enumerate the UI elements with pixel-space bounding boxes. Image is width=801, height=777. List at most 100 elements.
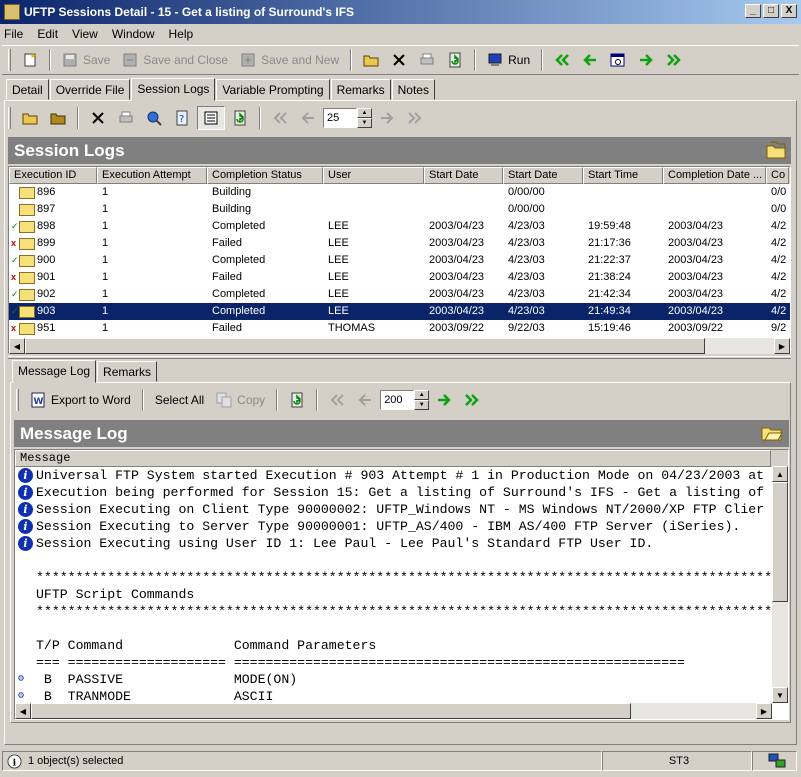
col-message[interactable]: Message — [15, 450, 771, 467]
table-row[interactable]: 897 1 Building 0/00/00 0/0 — [9, 201, 790, 218]
next-record-button[interactable] — [633, 48, 659, 72]
message-line[interactable]: ****************************************… — [15, 603, 771, 620]
menu-view[interactable]: View — [72, 27, 98, 41]
message-line[interactable] — [15, 552, 771, 569]
scroll-thumb[interactable] — [31, 703, 631, 719]
table-row[interactable]: x 951 1 Failed THOMAS 2003/09/22 9/22/03 15:19:… — [9, 320, 790, 337]
first-page-button[interactable] — [267, 106, 293, 130]
session-grid-hscrollbar[interactable]: ◀ ▶ — [9, 338, 790, 354]
save-and-close-button[interactable]: Save and Close — [117, 48, 233, 72]
col-co[interactable]: Co — [766, 167, 789, 184]
message-line[interactable]: === ==================== ===============… — [15, 654, 771, 671]
toolbar-grip[interactable] — [8, 107, 11, 129]
message-page-size-stepper[interactable]: ▲▼ — [380, 390, 430, 410]
message-line[interactable]: T/P Command Command Parameters — [15, 637, 771, 654]
tab-remarks[interactable]: Remarks — [330, 79, 391, 100]
menu-window[interactable]: Window — [112, 27, 155, 41]
tab-override-file[interactable]: Override File — [49, 79, 131, 100]
message-line[interactable]: i Session Executing using User ID 1: Lee … — [15, 535, 771, 552]
previous-record-button[interactable] — [577, 48, 603, 72]
scroll-right-button[interactable]: ▶ — [756, 703, 772, 719]
scroll-down-button[interactable]: ▼ — [772, 687, 788, 703]
menu-edit[interactable]: Edit — [37, 27, 58, 41]
col-completion-status[interactable]: Completion Status — [207, 167, 323, 184]
save-button[interactable]: Save — [57, 48, 115, 72]
splitter[interactable] — [8, 356, 791, 359]
col-user[interactable]: User — [323, 167, 424, 184]
refresh-log-button[interactable] — [227, 106, 253, 130]
col-execution-attempt[interactable]: Execution Attempt — [97, 167, 207, 184]
previous-message-page-button[interactable] — [352, 388, 378, 412]
folder-button[interactable] — [45, 106, 71, 130]
new-button[interactable] — [17, 48, 43, 72]
page-size-stepper[interactable]: ▲▼ — [323, 108, 372, 128]
search-log-button[interactable] — [141, 106, 167, 130]
message-line[interactable]: i Session Executing to Server Type 900000… — [15, 518, 771, 535]
tab-detail[interactable]: Detail — [6, 79, 49, 100]
select-all-button[interactable]: Select All — [150, 388, 209, 412]
scroll-thumb[interactable] — [772, 482, 788, 602]
minimize-button[interactable]: _ — [745, 4, 761, 18]
message-page-size-input[interactable] — [380, 390, 415, 410]
next-page-button[interactable] — [374, 106, 400, 130]
table-row[interactable]: ✓ 902 1 Completed LEE 2003/04/23 4/23/03 21:42:… — [9, 286, 790, 303]
first-message-page-button[interactable] — [324, 388, 350, 412]
table-row[interactable]: x 901 1 Failed LEE 2003/04/23 4/23/03 21:38:24 2… — [9, 269, 790, 286]
col-start-time[interactable]: Start Time — [583, 167, 663, 184]
tab-message-log[interactable]: Message Log — [12, 360, 97, 383]
detail-view-toggle[interactable] — [197, 106, 225, 130]
run-button[interactable]: Run — [482, 48, 535, 72]
scroll-thumb[interactable] — [25, 338, 705, 354]
refresh-button[interactable] — [442, 48, 468, 72]
message-line[interactable]: ⚙ B PASSIVE MODE(ON) — [15, 671, 771, 688]
export-to-word-button[interactable]: W Export to Word — [25, 388, 136, 412]
previous-page-button[interactable] — [295, 106, 321, 130]
col-start-date-short[interactable]: Start Date — [503, 167, 583, 184]
save-and-new-button[interactable]: Save and New — [235, 48, 344, 72]
page-size-input[interactable] — [323, 108, 357, 128]
help-log-button[interactable]: ? — [169, 106, 195, 130]
message-line[interactable]: UFTP Script Commands — [15, 586, 771, 603]
col-start-date[interactable]: Start Date — [424, 167, 503, 184]
next-message-page-button[interactable] — [431, 388, 457, 412]
first-record-button[interactable] — [549, 48, 575, 72]
toolbar-grip[interactable] — [16, 389, 19, 411]
spin-down-button[interactable]: ▼ — [414, 400, 430, 410]
table-row[interactable]: ✓ 898 1 Completed LEE 2003/04/23 4/23/03 19:59:… — [9, 218, 790, 235]
scroll-up-button[interactable]: ▲ — [772, 466, 788, 482]
spin-up-button[interactable]: ▲ — [414, 390, 430, 400]
toolbar-grip[interactable] — [8, 49, 11, 71]
close-button[interactable]: X — [781, 4, 797, 18]
col-completion-date[interactable]: Completion Date ... — [663, 167, 766, 184]
menu-file[interactable]: File — [4, 27, 23, 41]
spin-up-button[interactable]: ▲ — [357, 108, 372, 118]
tab-notes[interactable]: Notes — [391, 79, 435, 100]
find-button[interactable] — [605, 48, 631, 72]
scroll-left-button[interactable]: ◀ — [15, 703, 31, 719]
table-row[interactable]: ✓ 903 1 Completed LEE 2003/04/23 4/23/03 21:49:… — [9, 303, 790, 320]
maximize-button[interactable]: □ — [763, 4, 779, 18]
scroll-left-button[interactable]: ◀ — [9, 338, 25, 354]
last-message-page-button[interactable] — [459, 388, 485, 412]
message-line[interactable]: i Execution being performed for Session 1… — [15, 484, 771, 501]
print-log-button[interactable] — [113, 106, 139, 130]
delete-button[interactable] — [386, 48, 412, 72]
open-button[interactable] — [358, 48, 384, 72]
open-folder-button[interactable] — [17, 106, 43, 130]
last-record-button[interactable] — [661, 48, 687, 72]
message-line[interactable]: i Session Executing on Client Type 900000… — [15, 501, 771, 518]
message-vscrollbar[interactable]: ▲ ▼ — [772, 466, 788, 703]
table-row[interactable]: x 899 1 Failed LEE 2003/04/23 4/23/03 21:17:36 2… — [9, 235, 790, 252]
delete-log-button[interactable] — [85, 106, 111, 130]
table-row[interactable]: ✓ 900 1 Completed LEE 2003/04/23 4/23/03 21:22:… — [9, 252, 790, 269]
copy-button[interactable]: Copy — [211, 388, 270, 412]
message-line[interactable] — [15, 620, 771, 637]
refresh-messages-button[interactable] — [284, 388, 310, 412]
tab-variable-prompting[interactable]: Variable Prompting — [216, 79, 330, 100]
tab-message-remarks[interactable]: Remarks — [97, 361, 158, 382]
col-execution-id[interactable]: Execution ID — [9, 167, 97, 184]
print-button[interactable] — [414, 48, 440, 72]
message-hscrollbar[interactable]: ◀ ▶ — [15, 703, 772, 719]
message-line[interactable]: ****************************************… — [15, 569, 771, 586]
scroll-right-button[interactable]: ▶ — [774, 338, 790, 354]
